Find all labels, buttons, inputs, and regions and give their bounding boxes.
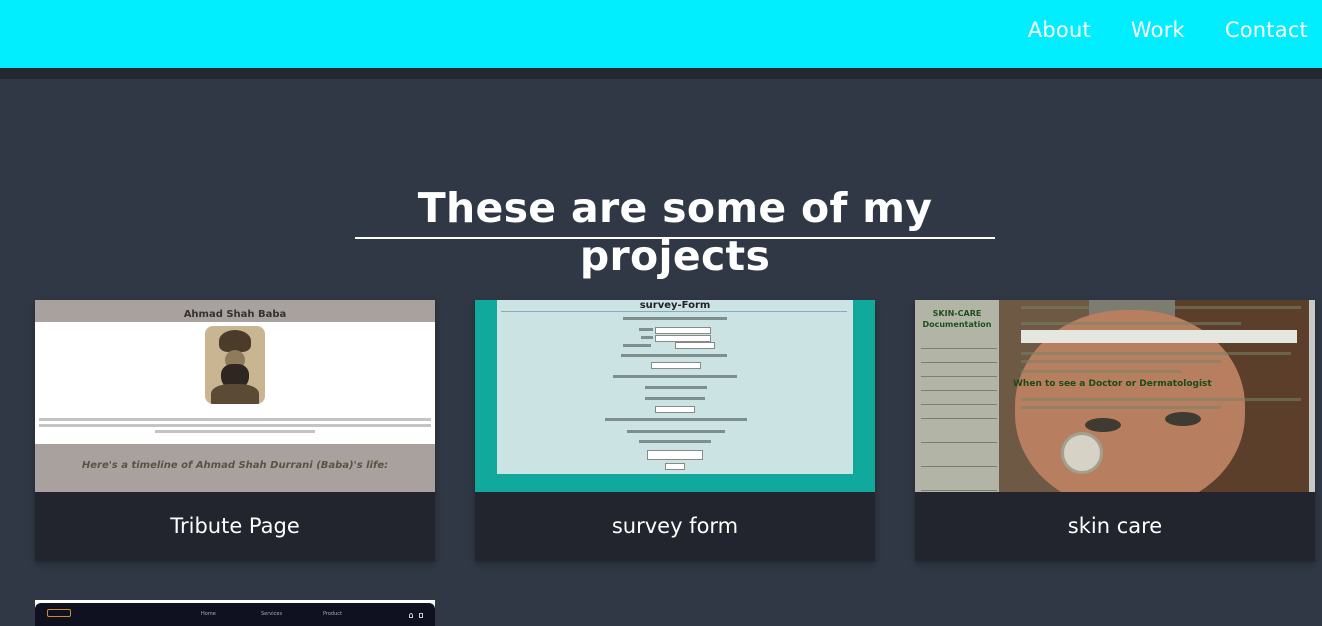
navbar: About Work Contact	[0, 0, 1322, 68]
thumb-subheading: When to see a Doctor or Dermatologist	[1013, 379, 1212, 389]
project-card-tribute[interactable]: Ahmad Shah Baba Here's a timeline of Ahm…	[35, 300, 435, 561]
thumb-nav-product: Product	[323, 611, 342, 617]
project-thumbnail-survey: survey-Form	[475, 300, 875, 492]
thumb-heading: SKIN-CARE Documentation	[922, 309, 992, 329]
bag-icon	[419, 613, 423, 618]
project-card-survey[interactable]: survey-Form survey form	[475, 300, 875, 561]
navbar-shadow	[0, 68, 1322, 79]
nav-links: About Work Contact	[1028, 18, 1308, 42]
title-underline	[355, 237, 995, 239]
project-card-partial[interactable]: Home Services Product	[35, 600, 435, 626]
site-logo-icon	[47, 609, 71, 617]
project-thumbnail-skincare: When to see a Doctor or Dermatologist SK…	[915, 300, 1315, 492]
project-thumbnail-partial: Home Services Product	[35, 603, 435, 626]
project-card-skincare[interactable]: When to see a Doctor or Dermatologist SK…	[915, 300, 1315, 561]
thumb-scrollbar	[1309, 300, 1315, 492]
face-patch	[1061, 432, 1103, 474]
nav-link-about[interactable]: About	[1028, 18, 1091, 42]
project-thumbnail-tribute: Ahmad Shah Baba Here's a timeline of Ahm…	[35, 300, 435, 492]
thumb-heading: survey-Form	[639, 300, 711, 311]
project-card-label: survey form	[475, 492, 875, 561]
thumb-nav-services: Services	[261, 611, 283, 617]
thumb-heading: Ahmad Shah Baba	[183, 309, 287, 320]
portrait-image	[205, 326, 265, 404]
user-icon	[409, 613, 413, 618]
project-card-label: skin care	[915, 492, 1315, 561]
thumb-nav-home: Home	[201, 611, 216, 617]
projects-title: These are some of my projects	[417, 184, 933, 280]
nav-link-work[interactable]: Work	[1131, 18, 1185, 42]
nav-link-contact[interactable]: Contact	[1225, 18, 1308, 42]
project-card-label: Tribute Page	[35, 492, 435, 561]
thumb-subheading: Here's a timeline of Ahmad Shah Durrani …	[81, 460, 389, 471]
